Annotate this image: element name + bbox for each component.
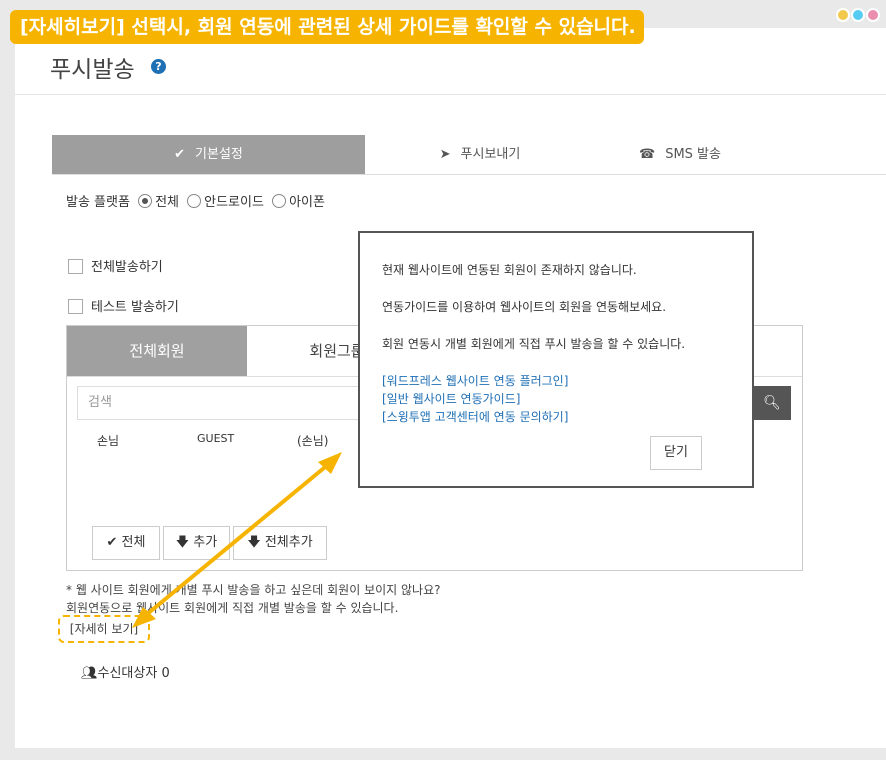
support-inquiry-link[interactable]: [스윙투앱 고객센터에 연동 문의하기]: [382, 408, 568, 425]
help-icon[interactable]: ?: [151, 59, 166, 74]
wordpress-plugin-link[interactable]: [워드프레스 웹사이트 연동 플러그인]: [382, 372, 568, 389]
window-dot-yellow: [836, 8, 850, 22]
note-line-2: 회원연동으로 웹사이트 회원에게 직접 개별 발송을 할 수 있습니다.: [66, 601, 399, 615]
platform-selector: 발송 플랫폼 전체 안드로이드 아이폰: [66, 191, 325, 210]
send-all-checkbox[interactable]: [68, 259, 83, 274]
window-dot-pink: [866, 8, 880, 22]
user-icon: 👥︎: [81, 666, 98, 681]
modal-line-2: 연동가이드를 이용하여 웹사이트의 회원을 연동해보세요.: [382, 300, 667, 314]
select-all-button[interactable]: ✔ 전체: [92, 526, 160, 560]
recipients: 👥︎수신대상자 0: [81, 662, 170, 681]
search-button[interactable]: 🔍︎: [753, 386, 791, 420]
radio-all[interactable]: [138, 194, 153, 208]
search-icon: 🔍︎: [763, 395, 781, 411]
window-dot-blue: [851, 8, 865, 22]
radio-iphone[interactable]: [272, 194, 287, 208]
paper-plane-icon: ➤: [439, 147, 451, 162]
tab-basic-settings[interactable]: ✔ 기본설정: [52, 135, 365, 174]
tab-label: SMS 발송: [665, 147, 721, 162]
modal-line-1: 현재 웹사이트에 연동된 회원이 존재하지 않습니다.: [382, 263, 637, 277]
member-name: 손님: [97, 434, 120, 448]
window-dots: [835, 7, 880, 26]
tab-label: 푸시보내기: [460, 147, 521, 162]
arrow-down-icon: 🡇: [175, 535, 194, 550]
guide-banner: [자세히보기] 선택시, 회원 연동에 관련된 상세 가이드를 확인할 수 있습…: [10, 10, 644, 44]
platform-label: 발송 플랫폼: [66, 195, 130, 210]
check-icon: ✔: [106, 535, 122, 550]
test-send-row: 테스트 발송하기: [68, 296, 179, 315]
tab-label: 기본설정: [195, 147, 243, 162]
modal-close-button[interactable]: 닫기: [650, 436, 702, 470]
note-line-1: * 웹 사이트 회원에게 개별 푸시 발송을 하고 싶은데 회원이 보이지 않나…: [66, 583, 441, 597]
add-button[interactable]: 🡇 추가: [163, 526, 230, 560]
tab-sms-send[interactable]: ☎ SMS 발송: [595, 135, 765, 174]
test-send-label: 테스트 발송하기: [91, 300, 179, 315]
phone-icon: ☎: [639, 147, 656, 162]
add-all-label: 전체추가: [264, 535, 313, 550]
recipients-count: 0: [161, 666, 170, 681]
recipients-label: 수신대상자: [97, 666, 158, 681]
settings-tabs: ✔ 기본설정 ➤ 푸시보내기 ☎ SMS 발송: [52, 135, 886, 175]
select-all-label: 전체: [121, 535, 146, 550]
detail-link[interactable]: [자세히 보기]: [58, 615, 150, 643]
website-guide-link[interactable]: [일반 웹사이트 연동가이드]: [382, 390, 520, 407]
radio-android-label: 안드로이드: [204, 195, 264, 210]
send-all-row: 전체발송하기: [68, 256, 163, 275]
member-display-name: (손님): [297, 434, 329, 448]
add-all-button[interactable]: 🡇 전체추가: [233, 526, 327, 560]
tab-push-send[interactable]: ➤ 푸시보내기: [365, 135, 595, 174]
member-search-input[interactable]: 검색: [77, 386, 379, 420]
add-label: 추가: [193, 535, 218, 550]
check-icon: ✔: [174, 147, 186, 162]
radio-android[interactable]: [187, 194, 202, 208]
arrow-down-icon: 🡇: [247, 535, 265, 550]
member-guide-modal: 현재 웹사이트에 연동된 회원이 존재하지 않습니다. 연동가이드를 이용하여 …: [358, 231, 754, 488]
tab-all-members[interactable]: 전체회원: [67, 326, 247, 376]
radio-all-label: 전체: [155, 195, 179, 210]
member-grade: GUEST: [197, 432, 235, 445]
test-send-checkbox[interactable]: [68, 299, 83, 314]
modal-line-3: 회원 연동시 개별 회원에게 직접 푸시 발송을 할 수 있습니다.: [382, 337, 686, 351]
send-all-label: 전체발송하기: [91, 260, 163, 275]
radio-iphone-label: 아이폰: [289, 195, 325, 210]
page-title: 푸시발송: [50, 57, 135, 83]
